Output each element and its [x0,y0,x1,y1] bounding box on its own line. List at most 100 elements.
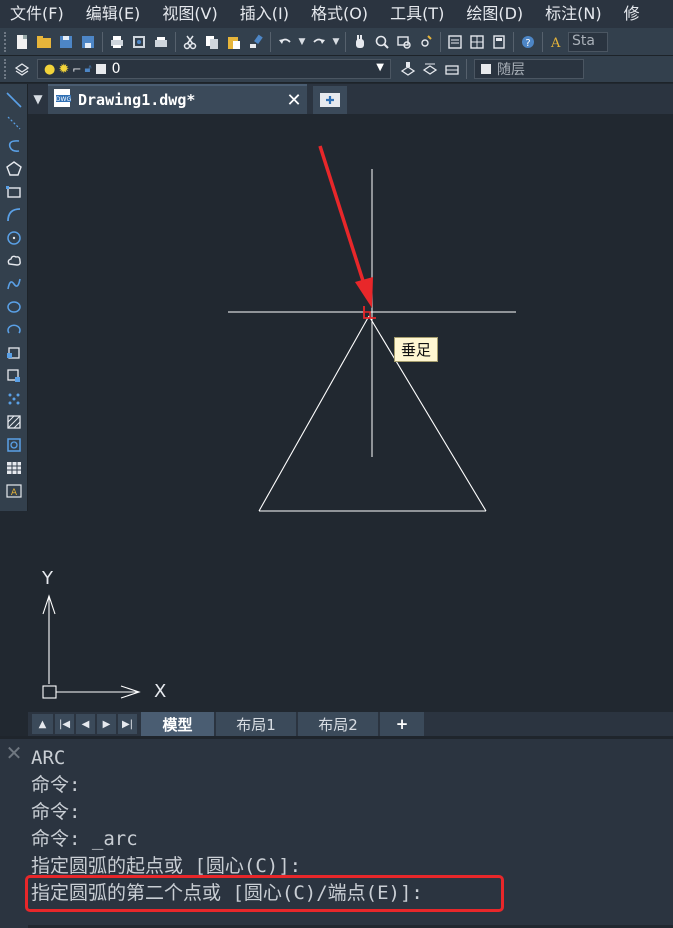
spline-icon[interactable] [2,272,26,295]
menu-modify[interactable]: 修 [613,0,651,28]
toolbar-grip[interactable] [4,59,8,79]
pan-hand-icon[interactable] [349,31,371,53]
layer-state-icon[interactable] [441,58,463,80]
tab-list-dropdown-icon[interactable]: ▼ [28,84,48,114]
arc-icon[interactable] [2,203,26,226]
plot-preview-icon[interactable] [128,31,150,53]
help-icon[interactable]: ? [517,31,539,53]
design-center-icon[interactable] [466,31,488,53]
previous-layout-icon[interactable]: ◀ [76,714,95,734]
toolbar-separator [270,31,271,52]
make-current-layer-icon[interactable] [397,58,419,80]
layers-toolbar: ● ✹ ⌐ 🔓︎ 0 ▼ 随层 [0,56,673,83]
polyline-icon[interactable] [2,134,26,157]
menu-dimension[interactable]: 标注(N) [534,0,612,28]
current-layer-name: 0 [111,61,121,77]
print-icon[interactable] [106,31,128,53]
command-window: ✕ ARC 命令: 命令: 命令: _arc 指定圆弧的起点或 [圆心(C)]:… [0,736,673,928]
last-layout-icon[interactable]: ▶| [118,714,137,734]
layer-lock-icon[interactable]: 🔓︎ [84,62,91,76]
undo-icon[interactable] [274,31,296,53]
red-arrow-annotation [318,145,373,308]
point-icon[interactable] [2,387,26,410]
command-line: 命令: [31,801,81,823]
open-folder-icon[interactable] [33,31,55,53]
properties-icon[interactable] [444,31,466,53]
toolbar-separator [513,31,514,52]
ucs-x-label: X [154,681,167,702]
zoom-window-icon[interactable] [393,31,415,53]
ucs-icon [42,594,141,699]
toolbar-grip[interactable] [4,31,8,52]
next-layout-icon[interactable]: ▶ [97,714,116,734]
layer-freeze-sun-icon[interactable]: ✹ [58,62,69,77]
add-layout-button[interactable]: + [380,712,424,736]
tool-palettes-icon[interactable] [488,31,510,53]
command-line: ARC [31,747,66,769]
close-icon[interactable]: ✕ [0,739,28,928]
region-icon[interactable] [2,433,26,456]
toolbar-separator [542,31,543,52]
layer-color-swatch [95,64,106,74]
make-block-icon[interactable] [2,364,26,387]
menu-view[interactable]: 视图(V) [151,0,228,28]
layer-on-bulb-icon[interactable]: ● [44,62,55,77]
svg-text:?: ? [525,38,530,49]
collapse-tabs-icon[interactable]: ▲ [32,714,53,734]
save-icon[interactable] [55,31,77,53]
multiline-text-icon[interactable]: A [2,479,26,502]
menu-format[interactable]: 格式(O) [300,0,379,28]
tab-model[interactable]: 模型 [141,712,214,736]
menu-edit[interactable]: 编辑(E) [75,0,152,28]
match-properties-icon[interactable] [245,31,267,53]
undo-dropdown-icon[interactable]: ▼ [296,31,308,53]
layer-viewport-icon[interactable]: ⌐ [72,63,81,76]
toolbar-separator [102,31,103,52]
command-line: 命令: [31,774,81,796]
zoom-realtime-icon[interactable] [371,31,393,53]
tab-layout2[interactable]: 布局2 [298,712,378,736]
revision-cloud-icon[interactable] [2,249,26,272]
menu-file[interactable]: 文件(F) [0,0,75,28]
copy-icon[interactable] [201,31,223,53]
ellipse-icon[interactable] [2,295,26,318]
zoom-previous-icon[interactable] [415,31,437,53]
rectangle-icon[interactable] [2,180,26,203]
new-tab-button[interactable] [313,86,347,114]
insert-block-icon[interactable] [2,341,26,364]
redo-dropdown-icon[interactable]: ▼ [330,31,342,53]
layer-manager-icon[interactable] [11,58,33,80]
circle-icon[interactable] [2,226,26,249]
toolbar-separator [175,31,176,52]
polygon-icon[interactable] [2,157,26,180]
menu-insert[interactable]: 插入(I) [229,0,300,28]
redo-icon[interactable] [308,31,330,53]
close-icon[interactable]: ✕ [281,90,307,111]
ellipse-arc-icon[interactable] [2,318,26,341]
layer-previous-icon[interactable] [419,58,441,80]
chevron-down-icon: ▼ [376,62,384,73]
hatch-icon[interactable] [2,410,26,433]
drawing-canvas[interactable]: Y X [28,114,673,712]
tab-layout1[interactable]: 布局1 [216,712,296,736]
ucs-y-label: Y [42,568,53,589]
line-icon[interactable] [2,88,26,111]
color-dropdown[interactable]: 随层 [474,59,584,79]
draw-toolbar: A [0,84,28,511]
save-as-icon[interactable] [77,31,99,53]
table-icon[interactable] [2,456,26,479]
tab-drawing1[interactable]: DWG Drawing1.dwg* ✕ [48,84,307,114]
paste-icon[interactable] [223,31,245,53]
new-file-icon[interactable] [11,31,33,53]
text-style-icon[interactable]: A [546,31,568,53]
menu-tools[interactable]: 工具(T) [379,0,455,28]
cut-icon[interactable] [179,31,201,53]
first-layout-icon[interactable]: |◀ [55,714,74,734]
publish-icon[interactable] [150,31,172,53]
construction-line-icon[interactable] [2,111,26,134]
layer-dropdown[interactable]: ● ✹ ⌐ 🔓︎ 0 ▼ [37,59,391,79]
menu-draw[interactable]: 绘图(D) [455,0,534,28]
text-style-dropdown[interactable]: Sta [568,31,608,52]
red-highlight-box [25,875,504,912]
menu-bar: 文件(F) 编辑(E) 视图(V) 插入(I) 格式(O) 工具(T) 绘图(D… [0,0,673,28]
